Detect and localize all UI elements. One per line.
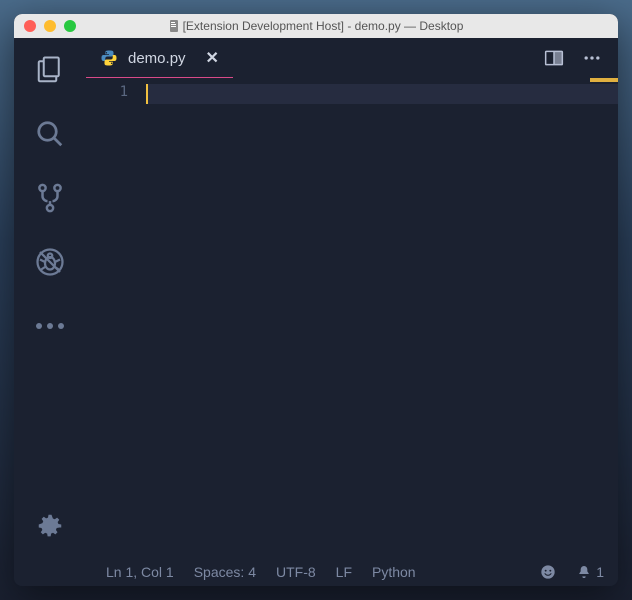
status-feedback-icon[interactable] bbox=[540, 564, 556, 580]
text-cursor bbox=[146, 84, 148, 104]
split-editor-icon[interactable] bbox=[544, 48, 564, 68]
search-icon[interactable] bbox=[32, 116, 68, 152]
source-control-icon[interactable] bbox=[32, 180, 68, 216]
window-controls bbox=[14, 20, 76, 32]
status-eol[interactable]: LF bbox=[336, 564, 352, 580]
line-number: 1 bbox=[86, 84, 128, 100]
status-language[interactable]: Python bbox=[372, 564, 416, 580]
tab-label: demo.py bbox=[128, 50, 186, 67]
close-window-button[interactable] bbox=[24, 20, 36, 32]
minimap-overview bbox=[590, 78, 618, 82]
line-number-gutter: 1 bbox=[86, 78, 146, 558]
window-title: [Extension Development Host] - demo.py —… bbox=[14, 19, 618, 33]
more-views-icon[interactable] bbox=[32, 308, 68, 344]
settings-gear-icon[interactable] bbox=[32, 508, 68, 544]
python-file-icon bbox=[100, 49, 118, 67]
more-actions-icon[interactable] bbox=[582, 48, 602, 68]
window-title-text: [Extension Development Host] - demo.py —… bbox=[183, 19, 464, 33]
status-cursor-position[interactable]: Ln 1, Col 1 bbox=[106, 564, 174, 580]
status-notifications[interactable]: 1 bbox=[576, 564, 604, 580]
notifications-count: 1 bbox=[596, 564, 604, 580]
status-bar: Ln 1, Col 1 Spaces: 4 UTF-8 LF Python 1 bbox=[14, 558, 618, 586]
activity-bar bbox=[14, 38, 86, 558]
text-editor[interactable]: 1 bbox=[86, 78, 618, 558]
tab-demo-py[interactable]: demo.py ✕ bbox=[86, 38, 233, 78]
tabs-bar: demo.py ✕ bbox=[86, 38, 618, 78]
editor-group: demo.py ✕ bbox=[86, 38, 618, 558]
maximize-window-button[interactable] bbox=[64, 20, 76, 32]
document-icon bbox=[169, 20, 179, 32]
editor-actions bbox=[544, 38, 618, 78]
status-encoding[interactable]: UTF-8 bbox=[276, 564, 316, 580]
debug-icon[interactable] bbox=[32, 244, 68, 280]
current-line-highlight bbox=[146, 84, 618, 104]
status-indentation[interactable]: Spaces: 4 bbox=[194, 564, 256, 580]
vscode-window: [Extension Development Host] - demo.py —… bbox=[14, 14, 618, 586]
titlebar[interactable]: [Extension Development Host] - demo.py —… bbox=[14, 14, 618, 38]
code-area[interactable] bbox=[146, 78, 618, 558]
tab-close-icon[interactable]: ✕ bbox=[206, 48, 219, 68]
workbench-body: demo.py ✕ bbox=[14, 38, 618, 558]
minimize-window-button[interactable] bbox=[44, 20, 56, 32]
explorer-icon[interactable] bbox=[32, 52, 68, 88]
